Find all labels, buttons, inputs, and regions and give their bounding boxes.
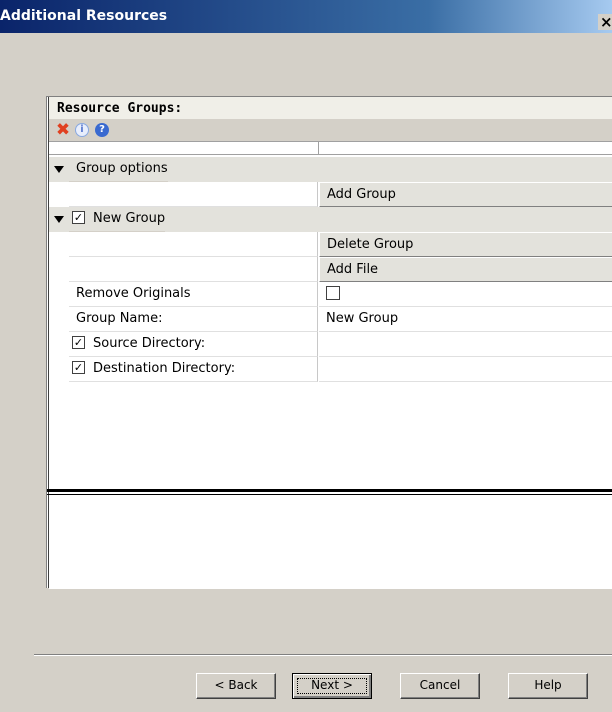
source-directory-value[interactable]: [319, 332, 612, 357]
panel-header-label: Resource Groups:: [57, 101, 183, 116]
collapse-triangle-icon[interactable]: [54, 216, 64, 223]
close-icon[interactable]: ×: [598, 14, 612, 30]
category-label: New Group: [93, 211, 166, 226]
grid-row-add-file: Add File: [49, 257, 612, 282]
grid-row-delete-group: Delete Group: [49, 232, 612, 257]
delete-icon[interactable]: ✖: [55, 122, 71, 139]
collapse-triangle-icon[interactable]: [54, 166, 64, 173]
info-icon[interactable]: i: [75, 123, 89, 137]
category-group-options[interactable]: Group options: [49, 157, 612, 182]
destination-directory-value[interactable]: [319, 357, 612, 382]
grid-row-destination-directory: ✓ Destination Directory:: [49, 357, 612, 382]
grid-row-add-group: Add Group: [49, 182, 612, 207]
grid-row-group-name: Group Name: New Group: [49, 307, 612, 332]
category-new-group[interactable]: ✓ New Group: [49, 207, 612, 232]
category-label: Group options: [69, 157, 168, 182]
window-title: Additional Resources: [0, 8, 168, 24]
help-button[interactable]: Help: [508, 673, 588, 699]
property-label: Remove Originals: [69, 282, 318, 307]
next-button[interactable]: Next >: [292, 673, 372, 699]
new-group-checkbox[interactable]: ✓: [72, 211, 85, 224]
group-name-value[interactable]: New Group: [319, 307, 612, 332]
add-file-button[interactable]: Add File: [319, 257, 612, 282]
source-directory-checkbox[interactable]: ✓: [72, 336, 85, 349]
toolbar: ✖ i ?: [49, 119, 612, 141]
help-icon[interactable]: ?: [95, 123, 109, 137]
property-label: Destination Directory:: [93, 361, 236, 376]
remove-originals-checkbox[interactable]: [326, 285, 340, 300]
add-group-button[interactable]: Add Group: [319, 182, 612, 207]
back-button[interactable]: < Back: [196, 673, 276, 699]
grid-row-source-directory: ✓ Source Directory:: [49, 332, 612, 357]
grid-column-header: [49, 141, 612, 155]
property-grid: Group options Add Group ✓ New Group Delet…: [49, 141, 612, 465]
resource-groups-panel: Resource Groups: ✖ i ? Group options Add…: [46, 96, 612, 589]
description-area: [49, 495, 612, 589]
property-label: Source Directory:: [93, 336, 206, 351]
cancel-button[interactable]: Cancel: [400, 673, 480, 699]
property-label: Group Name:: [69, 307, 318, 332]
delete-group-button[interactable]: Delete Group: [319, 232, 612, 257]
grid-row-remove-originals: Remove Originals: [49, 282, 612, 307]
splitter[interactable]: [47, 489, 612, 492]
panel-header: Resource Groups:: [49, 97, 612, 119]
title-bar: Additional Resources ×: [0, 0, 612, 33]
destination-directory-checkbox[interactable]: ✓: [72, 361, 85, 374]
